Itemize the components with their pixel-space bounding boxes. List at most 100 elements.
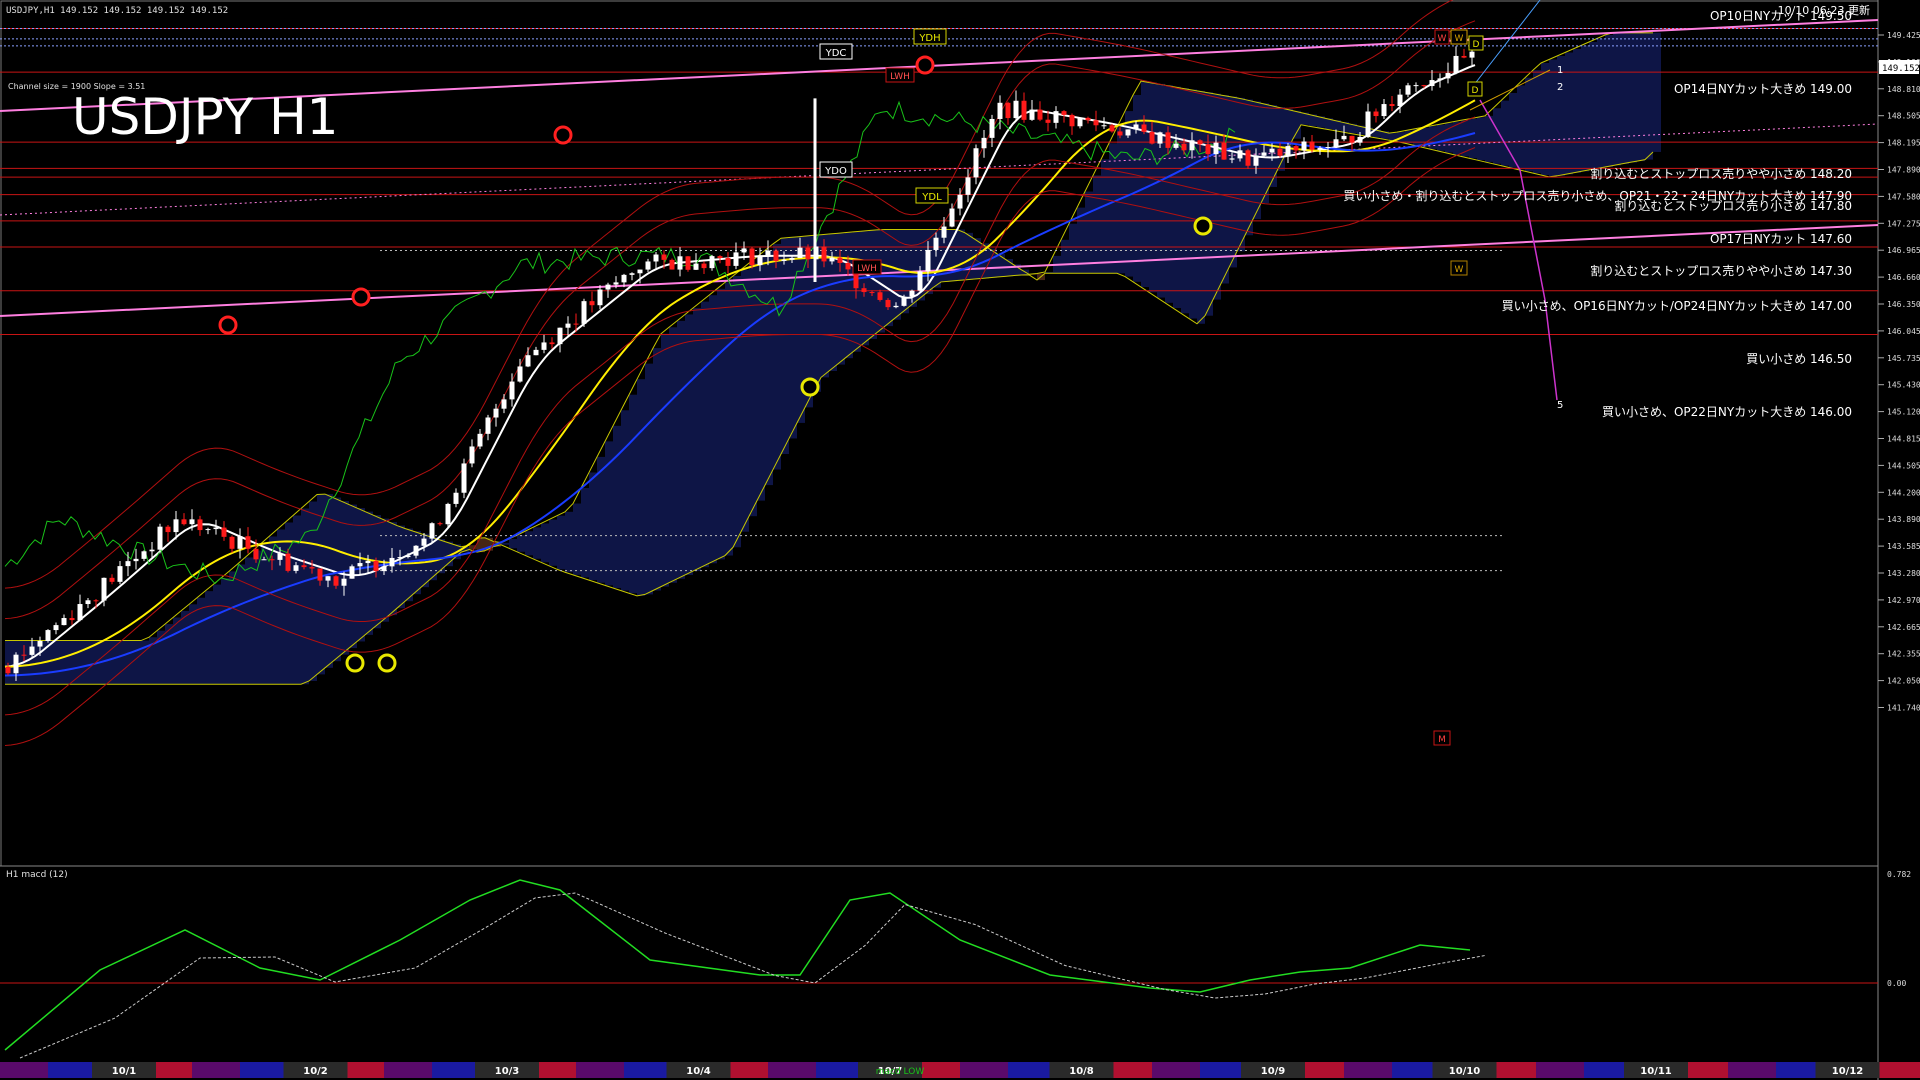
candle-body [197,519,203,531]
candle-body [413,545,419,556]
candle-body [749,248,755,266]
level-label: OP17日NYカット 147.60 [1710,232,1852,246]
candle-body [277,553,283,560]
candle-body [189,519,195,525]
candle-body [1293,146,1299,151]
chart-canvas: 149.425149.100148.810148.505148.195147.8… [0,0,1920,1080]
marker-ydo-label: YDO [824,166,847,177]
candle-body [157,526,163,550]
cloud-segment [1437,124,1445,151]
cloud-segment [1477,117,1485,161]
marker-d-right: D [1467,81,1483,97]
cloud-segment [829,234,837,371]
candle-body [1445,73,1451,79]
cloud-segment [77,640,85,685]
candle-body [957,194,963,209]
cloud-segment [309,501,317,681]
candle-body [1061,111,1067,115]
candle-body [133,558,139,562]
cloud-segment [853,231,861,352]
date-label: 10/3 [495,1066,520,1077]
signal-marker [1193,216,1213,236]
candle-body [261,559,267,561]
price-tick-label: 144.200 [1887,488,1920,497]
candle-body [861,288,867,293]
candle-body [965,177,971,195]
level-label: 買い小さめ、OP22日NYカット大きめ 146.00 [1602,405,1852,419]
cloud-segment [501,542,509,545]
cloud-segment [1629,32,1637,163]
cloud-segment [1141,81,1149,288]
candle-body [1077,117,1083,127]
candle-body [141,551,147,559]
session-block [1536,1062,1584,1078]
cloud-segment [741,269,749,532]
candle-body [1117,131,1123,136]
candle-body [77,604,83,621]
marker-w-top-label: W [1455,34,1464,44]
candle-body [525,355,531,367]
price-tick-label: 142.970 [1887,596,1920,605]
cloud-segment [205,591,213,685]
candle-body [541,342,547,350]
cloud-segment [1173,86,1181,309]
candle-body [1285,146,1291,156]
candle-body [109,577,115,582]
cloud-segment [701,301,709,568]
candle-body [693,263,699,270]
candle-body [293,565,299,571]
date-label: 10/11 [1640,1066,1672,1077]
candle-body [61,618,67,626]
cloud-segment [133,640,141,685]
marker-w-low-label: W [1455,265,1464,275]
candle-body [1333,139,1339,147]
candle-body [725,258,731,266]
macd-signal-line [19,892,1486,1059]
session-block [240,1062,288,1078]
candle-body [437,523,443,525]
candle-body [1245,150,1251,166]
signal-marker [915,55,935,75]
candle-body [221,527,227,537]
candle-body [237,536,243,549]
candle-body [549,342,555,345]
macd-tick-label: 0.00 [1887,979,1906,988]
candle-body [1021,100,1027,120]
session-block [1728,1062,1776,1078]
signal-marker [345,653,365,673]
candle-body [1397,94,1403,107]
marker-ydl: YDL [915,187,949,204]
session-block [1344,1062,1392,1078]
candle-body [373,560,379,572]
level-label: OP14日NYカット大きめ 149.00 [1674,82,1852,96]
cloud-segment [613,425,621,588]
candle-body [1461,55,1467,58]
candle-body [885,299,891,308]
marker-ydl-label: YDL [921,192,942,203]
cloud-segment [1069,223,1077,274]
date-label: 10/8 [1069,1066,1094,1077]
level-label: 買い小さめ 146.50 [1746,352,1852,366]
candle-body [317,568,323,581]
candle-body [469,446,475,464]
price-tick-label: 145.120 [1887,408,1920,417]
candle-body [941,226,947,238]
candle-body [717,256,723,259]
signal-marker [800,377,820,397]
marker-ydc-label: YDC [825,48,847,59]
price-tick-label: 142.355 [1887,650,1920,659]
candle-body [877,292,883,300]
cloud-segment [781,238,789,454]
candle-body [1453,55,1459,74]
cloud-segment [1605,35,1613,167]
cloud-segment [1613,32,1621,166]
candle-body [285,553,291,571]
cloud-segment [53,640,61,685]
cloud-segment [1237,97,1245,252]
cloud-segment [957,229,965,281]
candle-body [1029,109,1035,120]
marker-d-top-label: D [1473,40,1480,50]
candle-body [1381,104,1387,117]
session-block [384,1062,432,1078]
candle-body [389,557,395,567]
